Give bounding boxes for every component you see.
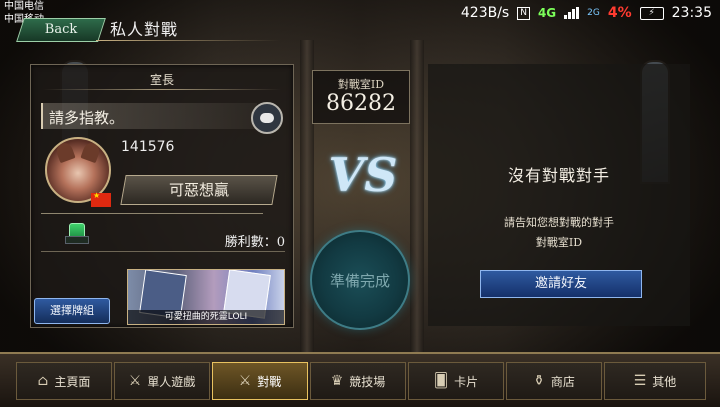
avatar-ear — [80, 140, 102, 164]
avatar-ear — [54, 140, 76, 164]
crossed-swords-icon: ⚔ — [238, 373, 252, 389]
no-opponent-title: 沒有對戰對手 — [507, 166, 610, 185]
status-right: 423B/s N 4G 2G 4% ⚡ 23:35 — [461, 5, 712, 21]
network-2g: 2G — [587, 8, 600, 18]
battery-icon: ⚡ — [639, 6, 664, 20]
nav-label: 對戰 — [257, 374, 282, 389]
chat-button[interactable] — [251, 102, 283, 134]
network-4g: 4G — [537, 6, 557, 20]
divider — [41, 251, 285, 252]
nav-other[interactable]: ☰ 其他 — [604, 362, 706, 400]
china-flag-icon — [91, 191, 111, 207]
player-id: 141576 — [121, 139, 175, 155]
wins-count: 勝利數：0 — [224, 235, 285, 250]
divider — [43, 89, 281, 90]
clock: 23:35 — [671, 5, 712, 21]
header-divider — [96, 40, 280, 41]
nav-label: 商店 — [550, 374, 575, 389]
page-title: 私人對戰 — [110, 20, 179, 39]
ready-label: 準備完成 — [329, 272, 390, 290]
vs-emblem: VS — [328, 148, 398, 202]
nfc-icon: N — [517, 6, 530, 20]
signal-icon — [564, 7, 580, 19]
nav-shop[interactable]: ⚱ 商店 — [506, 362, 602, 400]
nickname-plate: 可惡想贏 — [120, 175, 278, 205]
other-icon: ☰ — [633, 373, 647, 389]
deck-name: 可愛扭曲的死靈LOLI — [128, 310, 284, 324]
nav-single-player[interactable]: ⚔ 單人遊戲 — [114, 362, 210, 400]
nav-label: 主頁面 — [54, 374, 91, 389]
greeting-box: 請多指教。 — [41, 103, 257, 129]
back-label: Back — [44, 22, 78, 37]
deck-preview[interactable]: 可愛扭曲的死靈LOLI — [127, 269, 285, 325]
divider — [41, 213, 263, 214]
nav-label: 單人遊戲 — [147, 374, 196, 389]
network-speed: 423B/s — [460, 5, 510, 21]
opponent-panel: 沒有對戰對手 請告知您想對戰的對手 對戰室ID 邀請好友 — [428, 64, 690, 326]
invite-friend-button[interactable]: 邀請好友 — [480, 270, 642, 298]
nav-label: 競技場 — [349, 374, 386, 389]
host-panel: 室長 請多指教。 141576 可惡想贏 勝利數：0 可愛扭曲的死靈LOLI — [30, 64, 294, 328]
nav-arena[interactable]: ♛ 競技場 — [310, 362, 406, 400]
carrier-1: 中国电信 — [4, 1, 44, 12]
greeting-text: 請多指教。 — [49, 109, 125, 127]
arena-icon: ♛ — [330, 373, 344, 389]
choose-deck-button[interactable]: 選擇牌組 — [34, 298, 110, 324]
nav-cards[interactable]: 🂠 卡片 — [408, 362, 504, 400]
bottom-nav: ⌂ 主頁面 ⚔ 單人遊戲 ⚔ 對戰 ♛ 競技場 🂠 卡片 ⚱ 商店 ☰ 其他 — [0, 352, 720, 407]
status-bar: 中国电信 中国移动 423B/s N 4G 2G 4% ⚡ 23:35 — [0, 0, 720, 30]
rank-icon — [65, 223, 89, 244]
room-id-label: 對戰室ID — [337, 78, 385, 91]
opponent-hint-line1: 請告知您想對戰的對手 — [504, 216, 614, 229]
room-id-value: 86282 — [326, 91, 396, 116]
opponent-hint-line2: 對戰室ID — [535, 236, 583, 249]
chat-icon — [260, 113, 274, 123]
nav-label: 卡片 — [454, 374, 479, 389]
sword-icon: ⚔ — [128, 373, 142, 389]
nav-battle[interactable]: ⚔ 對戰 — [212, 362, 308, 400]
room-id-box: 對戰室ID 86282 — [312, 70, 410, 124]
nav-home[interactable]: ⌂ 主頁面 — [16, 362, 112, 400]
cards-icon: 🂠 — [433, 373, 449, 389]
shop-icon: ⚱ — [533, 373, 545, 389]
nav-label: 其他 — [652, 374, 677, 389]
back-button[interactable]: Back — [16, 18, 106, 42]
nickname: 可惡想贏 — [168, 181, 229, 199]
home-icon: ⌂ — [37, 373, 49, 389]
ready-button[interactable]: 準備完成 — [310, 230, 410, 330]
battery-percent: 4% — [607, 5, 632, 21]
host-panel-title: 室長 — [149, 73, 174, 87]
pillar — [410, 40, 424, 360]
